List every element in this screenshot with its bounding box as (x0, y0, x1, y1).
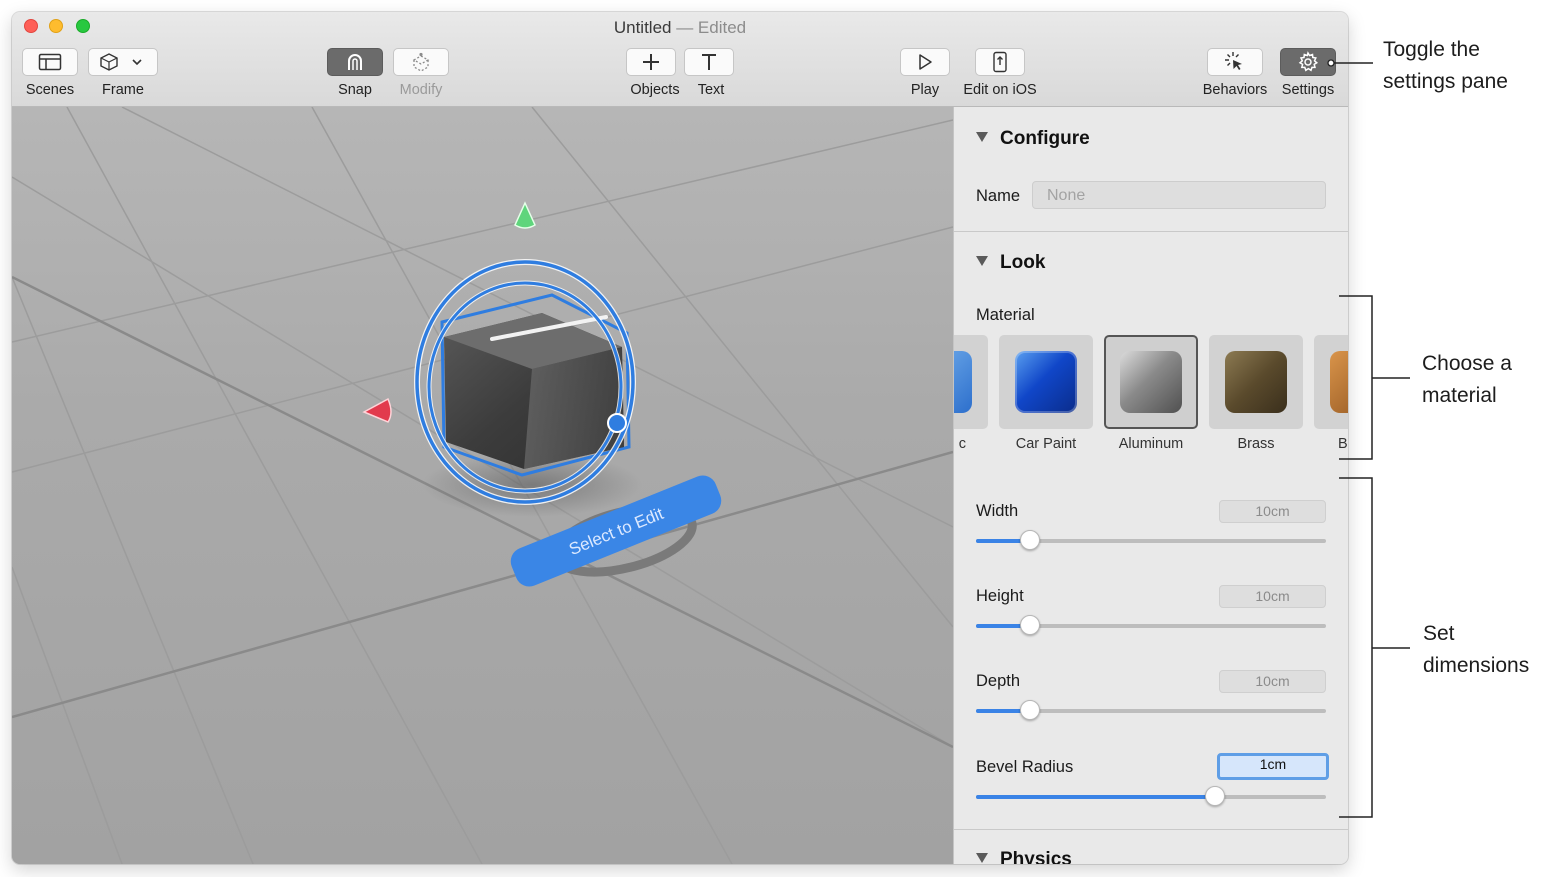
callout-lines (1327, 59, 1410, 818)
callout-text: settings pane (1383, 70, 1508, 93)
callout-text: dimensions (1423, 654, 1530, 677)
callout-text: Set (1423, 622, 1455, 645)
dimensions-callout: Set dimensions (1423, 618, 1529, 682)
callout-text: material (1422, 384, 1497, 407)
settings-callout: Toggle the settings pane (1383, 34, 1508, 98)
material-callout: Choose a material (1422, 348, 1512, 412)
callout-text: Toggle the (1383, 38, 1480, 61)
callout-text: Choose a (1422, 352, 1512, 375)
